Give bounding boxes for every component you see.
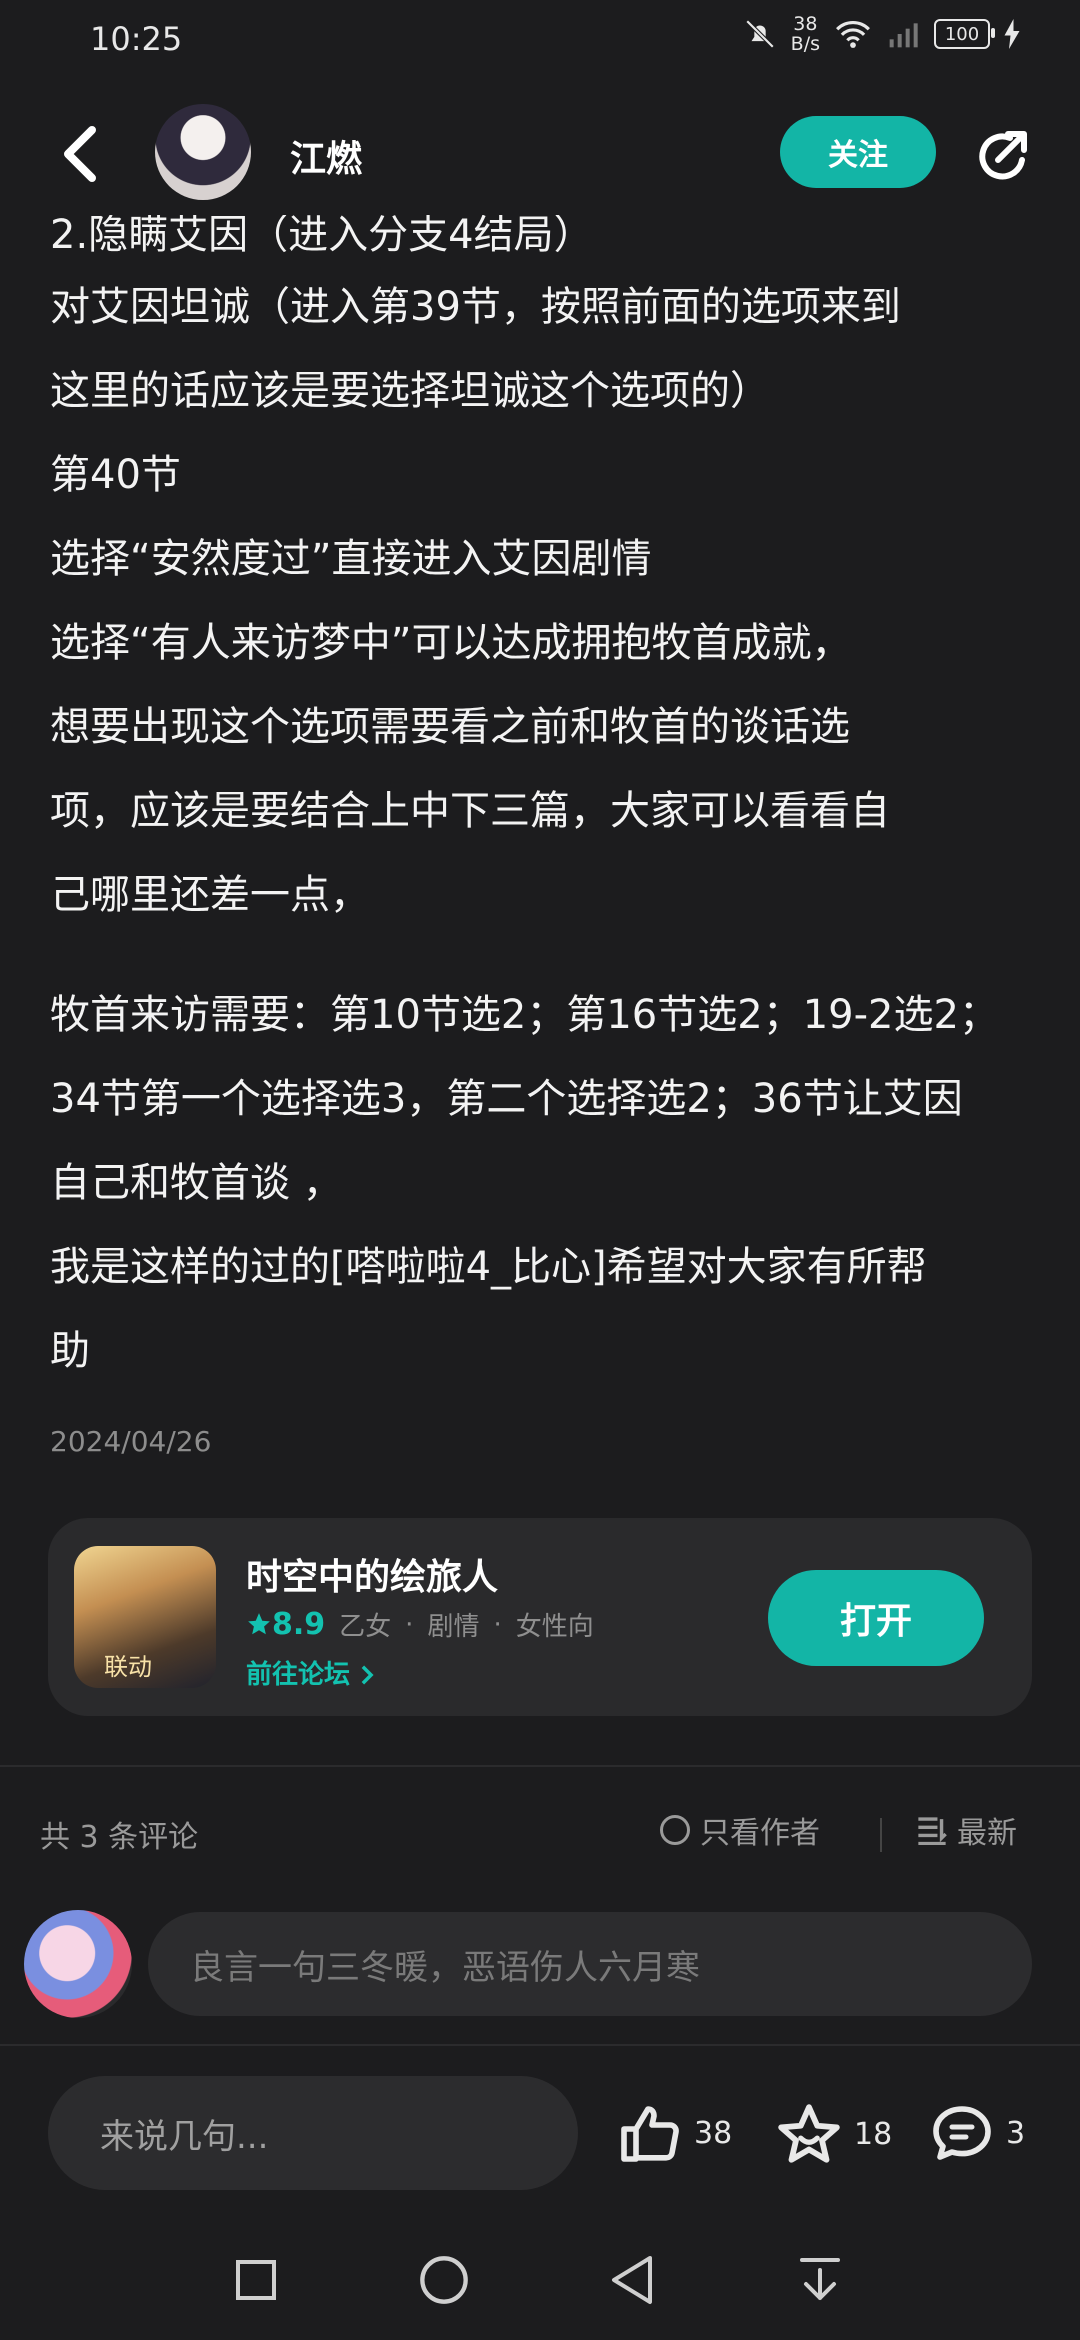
article-line: 自己和牧首谈 ， (50, 1160, 343, 1206)
triangle-back-icon (612, 2256, 652, 2304)
forum-link-label: 前往论坛 (246, 1660, 351, 1690)
sort-label: 最新 (957, 1816, 1017, 1851)
author-only-toggle[interactable]: 只看作者 (660, 1808, 820, 1852)
article-line: 选择“安然度过”直接进入艾因剧情 (50, 536, 652, 582)
net-speed-value: 38 (793, 13, 818, 35)
author-name[interactable]: 江燃 (290, 130, 362, 182)
net-speed-unit: B/s (790, 33, 820, 55)
game-meta: 8.9 乙女 · 剧情 · 女性向 (246, 1606, 594, 1643)
post-content: 2.隐瞒艾因（进入分支4结局） 对艾因坦诚（进入第39节，按照前面的选项来到 这… (50, 215, 1040, 1393)
forum-link[interactable]: 前往论坛 (246, 1654, 375, 1691)
radio-circle-icon (660, 1815, 690, 1845)
battery-indicator: 100 (934, 19, 995, 49)
game-icon[interactable]: 联动 (74, 1546, 216, 1688)
article-line: 牧首来访需要：第10节选2；第16节选2；19-2选2； (50, 992, 999, 1038)
tag-separator: · (493, 1609, 502, 1640)
status-icons: 38 B/s 100 (743, 14, 1020, 54)
system-nav-bar (0, 2230, 1080, 2340)
chevron-right-icon (361, 1665, 374, 1685)
comment-total: 3 (1006, 2115, 1026, 2151)
back-arrow-icon (64, 126, 96, 182)
open-game-button[interactable]: 打开 (768, 1570, 984, 1666)
status-bar: 10:25 38 B/s 100 (0, 0, 1080, 84)
article-line: 项，应该是要结合上中下三篇，大家可以看看自 (50, 788, 890, 834)
wifi-icon (836, 21, 870, 48)
signal-icon (889, 23, 918, 48)
article-line: 我是这样的过的[嗒啦啦4_比心]希望对大家有所帮 (50, 1244, 927, 1290)
like-count: 38 (694, 2115, 733, 2151)
game-rating: 8.9 (246, 1607, 325, 1642)
favorite-button[interactable]: 18 (776, 2102, 892, 2166)
divider (0, 2044, 1080, 2046)
square-icon (236, 2260, 276, 2300)
star-outline-icon (778, 2104, 840, 2163)
bottom-action-bar: 来说几句... 38 18 3 (0, 2070, 1080, 2194)
charging-icon (1004, 19, 1020, 49)
game-card[interactable]: 联动 时空中的绘旅人 8.9 乙女 · 剧情 · 女性向 前往论坛 打开 (48, 1518, 1032, 1716)
pull-down-icon (800, 2258, 840, 2300)
like-button[interactable]: 38 (618, 2102, 732, 2164)
article-line: 第40节 (50, 452, 181, 498)
divider (880, 1818, 882, 1852)
article-line: 对艾因坦诚（进入第39节，按照前面的选项来到 (50, 284, 901, 330)
game-tag: 剧情 (427, 1612, 480, 1642)
mute-bell-icon (745, 19, 774, 49)
author-only-label: 只看作者 (700, 1816, 820, 1851)
article-line: 这里的话应该是要选择坦诚这个选项的） (50, 368, 770, 414)
comment-count: 共 3 条评论 (40, 1820, 199, 1855)
article-line: 34节第一个选择选3，第二个选择选2；36节让艾因 (50, 1076, 963, 1122)
post-header: 江燃 关注 (0, 96, 1080, 216)
article-line: 助 (50, 1328, 90, 1374)
thumbs-up-icon (621, 2106, 679, 2162)
status-time: 10:25 (90, 20, 183, 58)
recent-apps-button[interactable] (226, 2250, 286, 2310)
comment-button[interactable]: 3 (930, 2102, 1025, 2164)
game-tag: 女性向 (515, 1612, 594, 1642)
tag-separator: · (405, 1609, 414, 1640)
divider (0, 1765, 1080, 1767)
back-button[interactable] (52, 126, 108, 182)
sort-toggle[interactable]: 最新 (915, 1808, 1017, 1852)
article-line: 己哪里还差一点， (50, 872, 370, 918)
star-icon (248, 1613, 270, 1635)
article-line: 想要出现这个选项需要看之前和牧首的谈话选 (50, 704, 850, 750)
comment-input[interactable]: 良言一句三冬暖，恶语伤人六月寒 (148, 1912, 1032, 2016)
favorite-count: 18 (854, 2116, 893, 2152)
quick-reply-input[interactable]: 来说几句... (48, 2076, 578, 2190)
follow-button[interactable]: 关注 (780, 116, 936, 188)
game-icon-badge: 联动 (104, 1653, 152, 1681)
notification-shade-button[interactable] (790, 2250, 850, 2310)
nav-back-button[interactable] (602, 2250, 662, 2310)
article-line: 2.隐瞒艾因（进入分支4结局） (50, 215, 594, 258)
comment-bubble-icon (933, 2106, 991, 2160)
share-button[interactable] (970, 124, 1034, 188)
net-speed: 38 B/s (791, 14, 820, 54)
circle-icon (420, 2256, 468, 2304)
sort-icon (918, 1817, 947, 1845)
share-icon (979, 131, 1027, 180)
author-avatar[interactable] (155, 104, 251, 200)
game-rating-value: 8.9 (272, 1607, 326, 1642)
game-name[interactable]: 时空中的绘旅人 (246, 1548, 498, 1600)
article-line: 选择“有人来访梦中”可以达成拥抱牧首成就， (50, 620, 852, 666)
game-tag: 乙女 (339, 1612, 392, 1642)
home-button[interactable] (414, 2250, 474, 2310)
current-user-avatar (24, 1910, 132, 2018)
comments-header: 共 3 条评论 只看作者 最新 (0, 1790, 1080, 1880)
post-date: 2024/04/26 (50, 1425, 212, 1458)
